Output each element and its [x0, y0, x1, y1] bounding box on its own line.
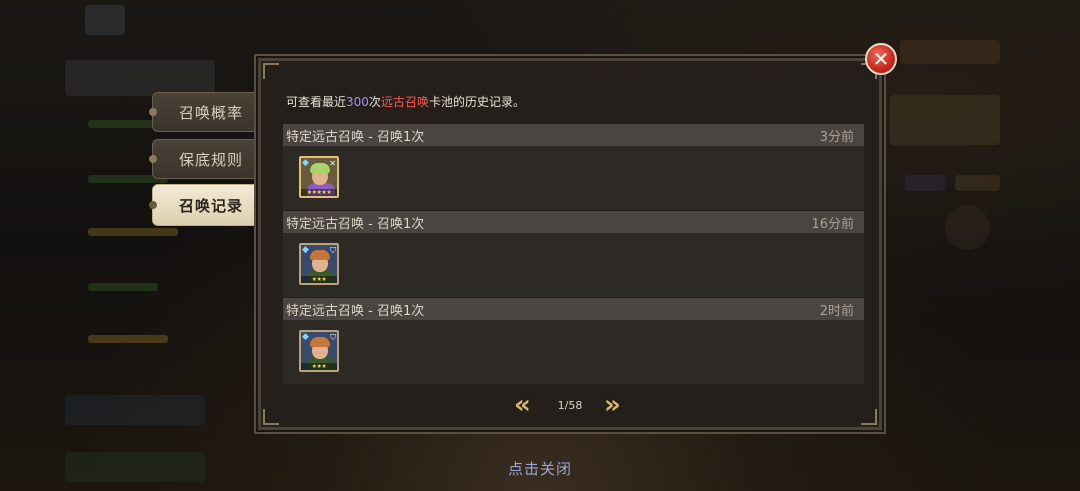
tab-knob-icon: [149, 155, 157, 163]
element-icon: ◆: [302, 245, 309, 255]
star-rating: ★★★★★: [301, 189, 337, 196]
tab-label: 保底规则: [179, 150, 244, 169]
record-time: 3分前: [819, 129, 854, 145]
pagination: « 1/58 »: [261, 392, 879, 419]
record-count: 300: [346, 95, 369, 109]
class-icon: ✕: [329, 159, 336, 168]
record-body: ◆ ✕ ★★★★★: [283, 146, 864, 210]
tab-label: 召唤记录: [179, 196, 244, 215]
record-title: 特定远古召唤 - 召唤1次: [286, 303, 425, 319]
record-header: 特定远古召唤 - 召唤1次 16分前: [283, 211, 864, 233]
tab-pity-rules[interactable]: 保底规则: [149, 139, 262, 179]
tap-to-close-hint[interactable]: 点击关闭: [0, 458, 1080, 479]
tab-summon-history[interactable]: 召唤记录: [149, 184, 262, 226]
summon-history-panel: 可查看最近300次远古召唤卡池的历史记录。 特定远古召唤 - 召唤1次 3分前 …: [258, 58, 882, 430]
record-header: 特定远古召唤 - 召唤1次 2时前: [283, 298, 864, 320]
pool-name: 远古召唤: [380, 95, 429, 109]
tab-knob-icon: [149, 108, 157, 116]
hero-card[interactable]: ◆ ⛉ ★★★: [299, 243, 339, 285]
tab-knob-icon: [149, 201, 157, 209]
record-body: ◆ ⛉ ★★★: [283, 320, 864, 384]
shield-icon: ⛉: [330, 333, 336, 342]
record-title: 特定远古召唤 - 召唤1次: [286, 216, 425, 232]
page-indicator: 1/58: [557, 399, 583, 412]
record-time: 2时前: [819, 303, 854, 319]
hero-card[interactable]: ◆ ✕ ★★★★★: [299, 156, 339, 198]
record-time: 16分前: [811, 216, 854, 232]
star-rating: ★★★: [301, 276, 337, 283]
tab-label: 召唤概率: [179, 103, 244, 122]
close-button[interactable]: ✕: [865, 43, 897, 75]
element-icon: ◆: [302, 332, 309, 342]
element-icon: ◆: [302, 158, 309, 168]
shield-icon: ⛉: [330, 246, 336, 255]
star-rating: ★★★: [301, 363, 337, 370]
tab-summon-probability[interactable]: 召唤概率: [149, 92, 262, 132]
next-page-double-chevron-right-icon[interactable]: »: [604, 392, 621, 418]
close-icon: ✕: [872, 47, 890, 71]
record-title: 特定远古召唤 - 召唤1次: [286, 129, 425, 145]
record-header: 特定远古召唤 - 召唤1次 3分前: [283, 124, 864, 146]
hero-card[interactable]: ◆ ⛉ ★★★: [299, 330, 339, 372]
record-body: ◆ ⛉ ★★★: [283, 233, 864, 297]
history-info-text: 可查看最近300次远古召唤卡池的历史记录。: [286, 95, 525, 109]
